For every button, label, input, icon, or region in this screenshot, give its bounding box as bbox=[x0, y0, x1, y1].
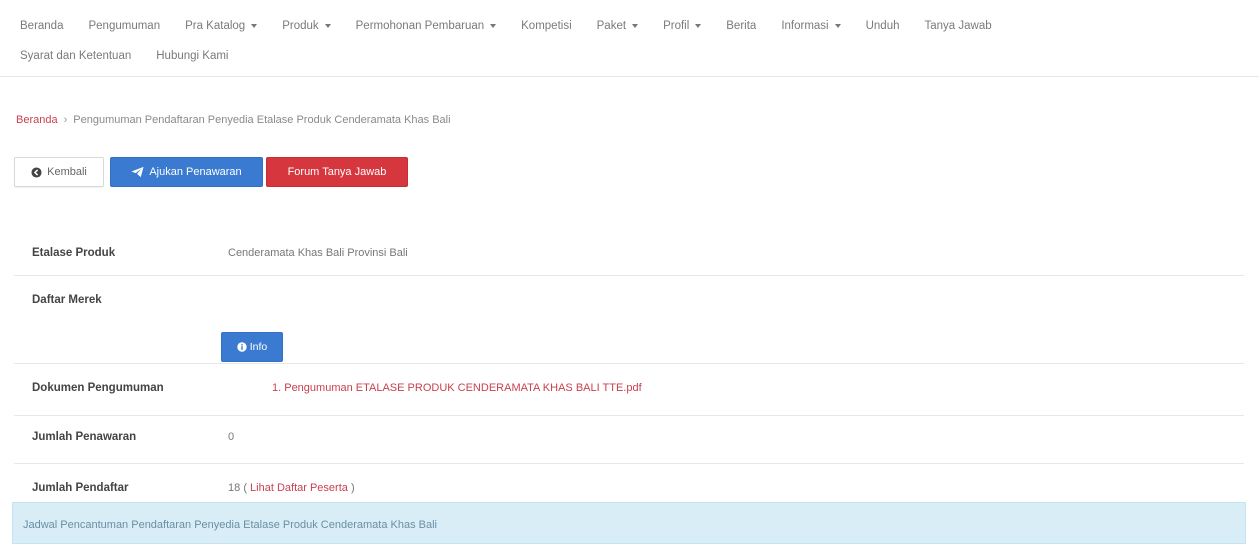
pendaftar-count: 18 bbox=[228, 482, 241, 494]
nav-informasi[interactable]: Informasi bbox=[781, 20, 841, 32]
circle-arrow-left-icon bbox=[31, 166, 42, 178]
nav-tanya-jawab[interactable]: Tanya Jawab bbox=[925, 20, 992, 32]
merek-label: Daftar Merek bbox=[32, 294, 102, 306]
breadcrumb-home-link[interactable]: Beranda bbox=[16, 114, 58, 126]
nav-profil[interactable]: Profil bbox=[663, 20, 702, 32]
penawaran-value: 0 bbox=[228, 431, 235, 443]
nav-label: Informasi bbox=[781, 20, 829, 32]
pendaftar-value: 18 ( Lihat Daftar Peserta ) bbox=[228, 482, 355, 494]
caret-down-icon bbox=[632, 24, 639, 28]
nav-beranda[interactable]: Beranda bbox=[20, 20, 63, 32]
detail-row-merek: Daftar Merek Info bbox=[14, 276, 1244, 364]
nav-label: Produk bbox=[282, 20, 319, 32]
nav-label: Paket bbox=[596, 20, 627, 32]
detail-row-penawaran: Jumlah Penawaran 0 bbox=[14, 416, 1244, 464]
pendaftar-label: Jumlah Pendaftar bbox=[32, 482, 129, 494]
breadcrumb-current: Pengumuman Pendaftaran Penyedia Etalase … bbox=[73, 114, 451, 126]
caret-down-icon bbox=[251, 24, 258, 28]
dokumen-value: 1. Pengumuman ETALASE PRODUK CENDERAMATA… bbox=[272, 382, 642, 394]
caret-down-icon bbox=[490, 24, 497, 28]
back-button[interactable]: Kembali bbox=[14, 157, 104, 187]
nav-syarat-ketentuan[interactable]: Syarat dan Ketentuan bbox=[20, 50, 131, 62]
info-circle-icon bbox=[237, 342, 247, 352]
nav-label: Unduh bbox=[865, 20, 900, 32]
nav-kompetisi[interactable]: Kompetisi bbox=[521, 20, 572, 32]
schedule-alert-text: Jadwal Pencantuman Pendaftaran Penyedia … bbox=[23, 519, 437, 531]
paren-close: ) bbox=[350, 482, 355, 494]
penawaran-label: Jumlah Penawaran bbox=[32, 431, 137, 443]
breadcrumb-separator: › bbox=[63, 114, 68, 126]
nav-hubungi-kami[interactable]: Hubungi Kami bbox=[156, 50, 228, 62]
document-pdf-link[interactable]: 1. Pengumuman ETALASE PRODUK CENDERAMATA… bbox=[272, 382, 642, 394]
nav-unduh[interactable]: Unduh bbox=[866, 20, 900, 32]
detail-row-dokumen: Dokumen Pengumuman 1. Pengumuman ETALASE… bbox=[14, 364, 1244, 416]
nav-label: Pra Katalog bbox=[185, 20, 246, 32]
nav-paket[interactable]: Paket bbox=[596, 20, 639, 32]
forum-qa-button[interactable]: Forum Tanya Jawab bbox=[266, 157, 408, 187]
brand-info-label: Info bbox=[249, 341, 268, 353]
detail-row-etalase: Etalase Produk Cenderamata Khas Bali Pro… bbox=[14, 229, 1244, 276]
nav-label: Syarat dan Ketentuan bbox=[20, 50, 132, 62]
nav-label: Beranda bbox=[20, 20, 64, 32]
paren-open: ( bbox=[243, 482, 247, 494]
nav-row-primary: Beranda Pengumuman Pra Katalog Produk Pe… bbox=[20, 20, 992, 32]
nav-permohonan-pembaruan[interactable]: Permohonan Pembaruan bbox=[356, 20, 497, 32]
nav-label: Pengumuman bbox=[88, 20, 161, 32]
nav-pengumuman[interactable]: Pengumuman bbox=[88, 20, 160, 32]
nav-pra-katalog[interactable]: Pra Katalog bbox=[185, 20, 258, 32]
nav-label: Berita bbox=[726, 20, 757, 32]
nav-row-secondary: Syarat dan Ketentuan Hubungi Kami bbox=[20, 50, 253, 62]
nav-label: Hubungi Kami bbox=[156, 50, 229, 62]
caret-down-icon bbox=[695, 24, 702, 28]
forum-qa-label: Forum Tanya Jawab bbox=[287, 166, 387, 178]
nav-label: Tanya Jawab bbox=[924, 20, 992, 32]
nav-produk[interactable]: Produk bbox=[282, 20, 331, 32]
dokumen-label: Dokumen Pengumuman bbox=[32, 382, 164, 394]
participant-list-link[interactable]: Lihat Daftar Peserta bbox=[250, 482, 348, 494]
submit-offer-button[interactable]: Ajukan Penawaran bbox=[110, 157, 263, 187]
nav-label: Kompetisi bbox=[521, 20, 572, 32]
nav-label: Permohonan Pembaruan bbox=[355, 20, 485, 32]
caret-down-icon bbox=[324, 24, 331, 28]
etalase-label: Etalase Produk bbox=[32, 247, 116, 259]
main-navbar: Beranda Pengumuman Pra Katalog Produk Pe… bbox=[0, 0, 1259, 77]
paper-plane-icon bbox=[131, 166, 144, 178]
announcement-detail-table: Etalase Produk Cenderamata Khas Bali Pro… bbox=[14, 229, 1244, 509]
schedule-info-alert: Jadwal Pencantuman Pendaftaran Penyedia … bbox=[12, 502, 1246, 544]
breadcrumb: Beranda › Pengumuman Pendaftaran Penyedia … bbox=[16, 114, 451, 126]
submit-offer-label: Ajukan Penawaran bbox=[149, 166, 242, 178]
brand-info-button[interactable]: Info bbox=[221, 332, 283, 362]
nav-label: Profil bbox=[663, 20, 690, 32]
nav-berita[interactable]: Berita bbox=[726, 20, 756, 32]
caret-down-icon bbox=[834, 24, 841, 28]
etalase-value: Cenderamata Khas Bali Provinsi Bali bbox=[228, 247, 408, 259]
back-button-label: Kembali bbox=[47, 166, 87, 178]
